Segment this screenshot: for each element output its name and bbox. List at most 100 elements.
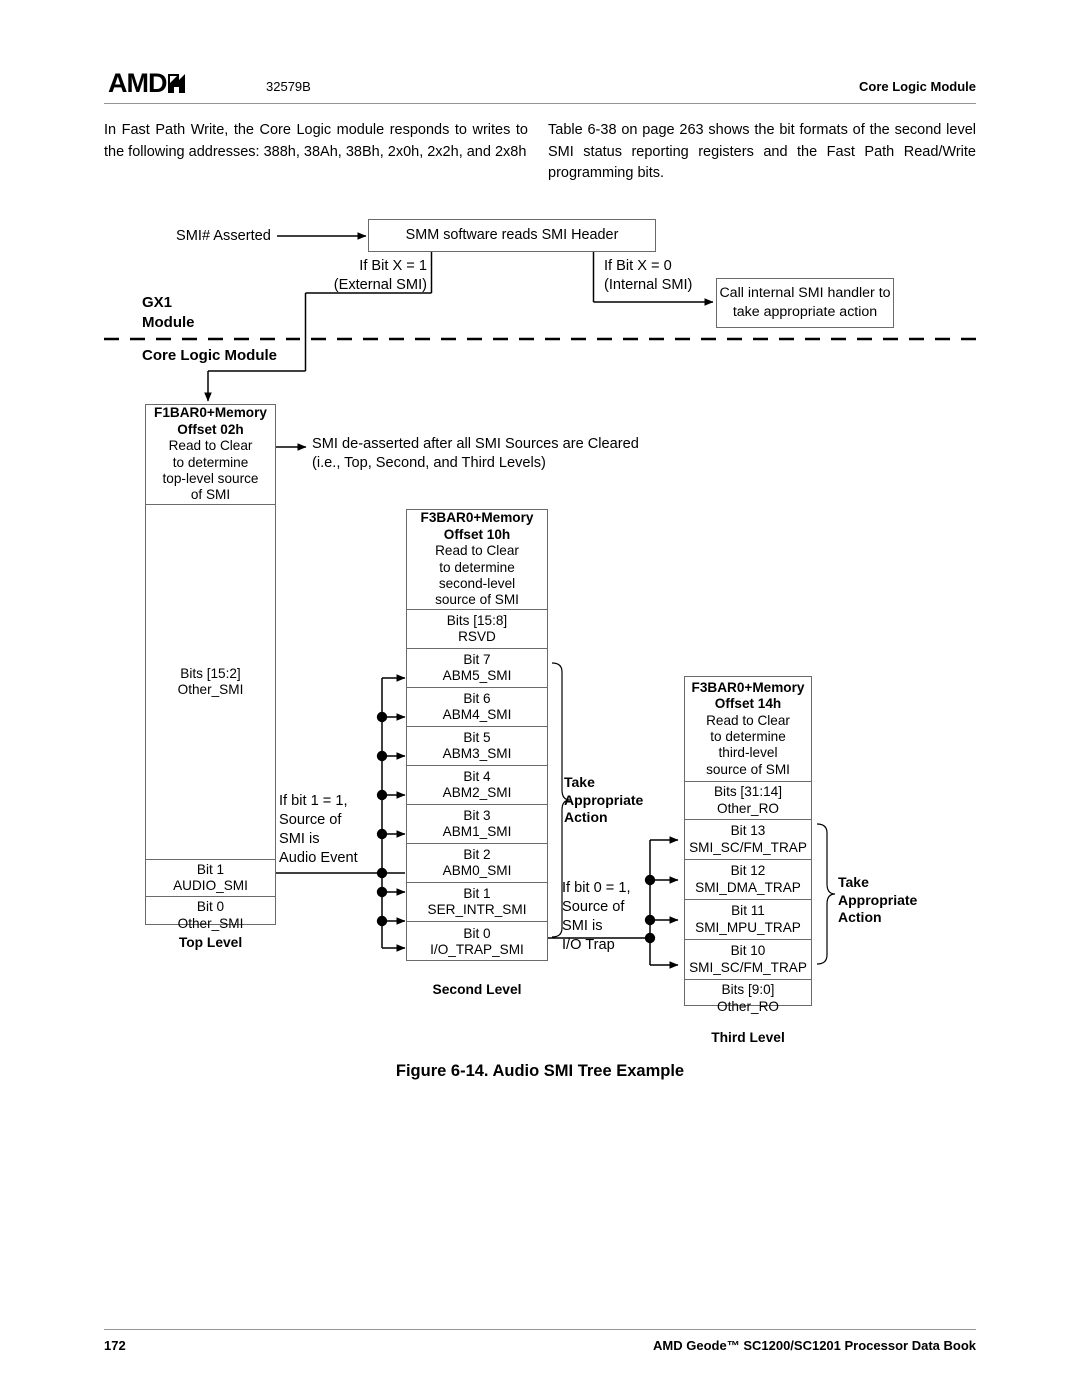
second-level-row-0-bits: Bits [15:8] xyxy=(446,612,508,628)
book-title: AMD Geode™ SC1200/SC1201 Processor Data … xyxy=(653,1338,976,1353)
second-level-row-2: Bit 6 ABM4_SMI xyxy=(407,688,547,727)
second-level-caption: Second Level xyxy=(432,982,522,997)
gx1-module-label: GX1 Module xyxy=(142,294,195,331)
top-level-row-2-bits: Bit 0 xyxy=(196,899,225,915)
paragraph-fast-path-write: In Fast Path Write, the Core Logic modul… xyxy=(104,122,528,160)
third-level-row-3-name: SMI_MPU_TRAP xyxy=(695,919,801,935)
bus-junction-dots xyxy=(376,711,656,944)
top-level-header-line-2: Offset 02h xyxy=(177,421,244,437)
document-number: 32579B xyxy=(266,79,311,94)
second-level-row-4-bits: Bit 4 xyxy=(463,768,491,784)
top-level-row-1: Bit 1 AUDIO_SMI xyxy=(146,860,275,897)
third-level-row-5-name: Other_RO xyxy=(717,998,779,1014)
third-level-row-2-bits: Bit 12 xyxy=(730,863,766,879)
core-logic-module-label: Core Logic Module xyxy=(142,347,277,364)
second-level-row-7-name: SER_INTR_SMI xyxy=(427,902,527,917)
second-level-row-5-name: ABM1_SMI xyxy=(442,824,512,839)
top-level-header-row: F1BAR0+Memory Offset 02h Read to Clear t… xyxy=(146,405,275,505)
internal-smi-handler-box: Call internal SMI handler to take approp… xyxy=(716,278,894,328)
third-level-row-0-bits: Bits [31:14] xyxy=(713,784,782,800)
third-level-row-4: Bit 10 SMI_SC/FM_TRAP xyxy=(685,940,811,980)
third-level-header-row: F3BAR0+Memory Offset 14h Read to Clear t… xyxy=(685,677,811,782)
third-level-row-0-name: Other_RO xyxy=(717,800,779,816)
diagram-connectors xyxy=(104,232,976,969)
second-level-row-8-bits: Bit 0 xyxy=(463,925,491,941)
body-column-right: Table 6-38 on page 263 shows the bit for… xyxy=(548,120,976,185)
third-level-row-4-name: SMI_SC/FM_TRAP xyxy=(689,959,807,975)
third-level-header-body: Read to Clear to determine third-level s… xyxy=(706,712,790,777)
second-level-header-line-2: Offset 10h xyxy=(443,526,511,542)
top-level-row-0-bits: Bits [15:2] xyxy=(180,665,241,681)
top-level-row-2: Bit 0 Other_SMI xyxy=(146,897,275,934)
top-level-row-0: Bits [15:2] Other_SMI xyxy=(146,505,275,860)
second-level-row-6: Bit 2 ABM0_SMI xyxy=(407,844,547,883)
third-level-row-4-bits: Bit 10 xyxy=(730,943,766,959)
second-level-row-5-bits: Bit 3 xyxy=(463,807,491,823)
second-level-row-8: Bit 0 I/O_TRAP_SMI xyxy=(407,922,547,962)
third-level-register-box: F3BAR0+Memory Offset 14h Read to Clear t… xyxy=(684,676,812,1014)
second-level-row-2-name: ABM4_SMI xyxy=(442,707,512,722)
io-trap-note: If bit 0 = 1, Source of SMI is I/O Trap xyxy=(562,880,631,953)
second-level-row-7: Bit 1 SER_INTR_SMI xyxy=(407,883,547,922)
page-number: 172 xyxy=(104,1338,126,1353)
third-level-row-5: Bits [9:0] Other_RO xyxy=(685,980,811,1017)
audio-event-note: If bit 1 = 1, Source of SMI is Audio Eve… xyxy=(279,793,358,866)
body-column-left: In Fast Path Write, the Core Logic modul… xyxy=(104,120,528,163)
third-level-row-3: Bit 11 SMI_MPU_TRAP xyxy=(685,900,811,940)
second-level-row-1: Bit 7 ABM5_SMI xyxy=(407,649,547,688)
document-page: AMD 32579B Core Logic Module In Fast Pat… xyxy=(0,0,1080,1397)
second-level-row-6-name: ABM0_SMI xyxy=(442,863,512,878)
second-level-row-8-name: I/O_TRAP_SMI xyxy=(430,942,524,957)
second-level-row-2-bits: Bit 6 xyxy=(463,690,491,706)
top-level-register-box: F1BAR0+Memory Offset 02h Read to Clear t… xyxy=(145,404,276,931)
branch-label-external-smi: If Bit X = 1 (External SMI) xyxy=(333,258,427,293)
second-level-row-0: Bits [15:8] RSVD xyxy=(407,610,547,649)
third-level-caption: Third Level xyxy=(711,1030,785,1045)
third-level-row-0: Bits [31:14] Other_RO xyxy=(685,782,811,820)
third-level-row-2-name: SMI_DMA_TRAP xyxy=(695,879,801,895)
third-level-row-1: Bit 13 SMI_SC/FM_TRAP xyxy=(685,820,811,860)
second-level-register-box: F3BAR0+Memory Offset 10h Read to Clear t… xyxy=(406,509,548,961)
third-level-header-line-1: F3BAR0+Memory xyxy=(691,679,805,695)
second-level-row-4-name: ABM2_SMI xyxy=(442,785,512,800)
second-level-row-3: Bit 5 ABM3_SMI xyxy=(407,727,547,766)
top-level-caption: Top Level xyxy=(178,935,243,950)
smi-asserted-label: SMI# Asserted xyxy=(176,228,271,244)
take-action-third-level: Take Appropriate Action xyxy=(838,874,918,925)
audio-smi-tree-diagram: SMI# Asserted SMM software reads SMI Hea… xyxy=(0,0,1080,1397)
second-level-row-5: Bit 3 ABM1_SMI xyxy=(407,805,547,844)
third-level-row-3-bits: Bit 11 xyxy=(731,903,765,919)
branch-label-internal-smi: If Bit X = 0 (Internal SMI) xyxy=(604,258,693,293)
top-level-header-line-1: F1BAR0+Memory xyxy=(154,405,267,421)
header-divider xyxy=(104,103,976,104)
figure-caption: Figure 6-14. Audio SMI Tree Example xyxy=(395,1062,685,1080)
top-level-row-1-bits: Bit 1 xyxy=(196,861,225,877)
second-level-row-7-bits: Bit 1 xyxy=(463,885,491,901)
second-level-row-6-bits: Bit 2 xyxy=(463,846,491,862)
take-action-second-level: Take Appropriate Action xyxy=(564,774,644,825)
second-level-row-3-bits: Bit 5 xyxy=(463,729,491,745)
third-level-row-1-name: SMI_SC/FM_TRAP xyxy=(689,839,807,855)
header-section-title: Core Logic Module xyxy=(859,79,976,94)
smm-software-box: SMM software reads SMI Header xyxy=(368,219,656,252)
third-level-header-line-2: Offset 14h xyxy=(714,696,782,712)
second-level-header-body: Read to Clear to determine second-level … xyxy=(435,543,519,608)
second-level-row-3-name: ABM3_SMI xyxy=(442,746,512,761)
top-level-row-1-name: AUDIO_SMI xyxy=(173,878,248,893)
third-level-row-1-bits: Bit 13 xyxy=(730,823,766,839)
amd-arrow-logo-icon xyxy=(167,74,185,93)
second-level-row-1-name: ABM5_SMI xyxy=(442,668,512,683)
second-level-row-0-name: RSVD xyxy=(458,629,496,644)
footer-divider xyxy=(104,1329,976,1330)
second-level-row-4: Bit 4 ABM2_SMI xyxy=(407,766,547,805)
amd-logo: AMD xyxy=(108,68,185,99)
paragraph-table-reference: Table 6-38 on page 263 shows the bit for… xyxy=(548,122,976,181)
amd-logo-text: AMD xyxy=(108,68,167,98)
top-level-row-0-name: Other_SMI xyxy=(177,682,244,697)
top-level-header-body: Read to Clear to determine top-level sou… xyxy=(162,438,259,503)
second-level-row-1-bits: Bit 7 xyxy=(463,651,491,667)
top-level-row-2-name: Other_SMI xyxy=(177,915,244,931)
third-level-row-2: Bit 12 SMI_DMA_TRAP xyxy=(685,860,811,900)
third-level-row-5-bits: Bits [9:0] xyxy=(721,982,775,998)
second-level-header-line-1: F3BAR0+Memory xyxy=(420,510,534,526)
